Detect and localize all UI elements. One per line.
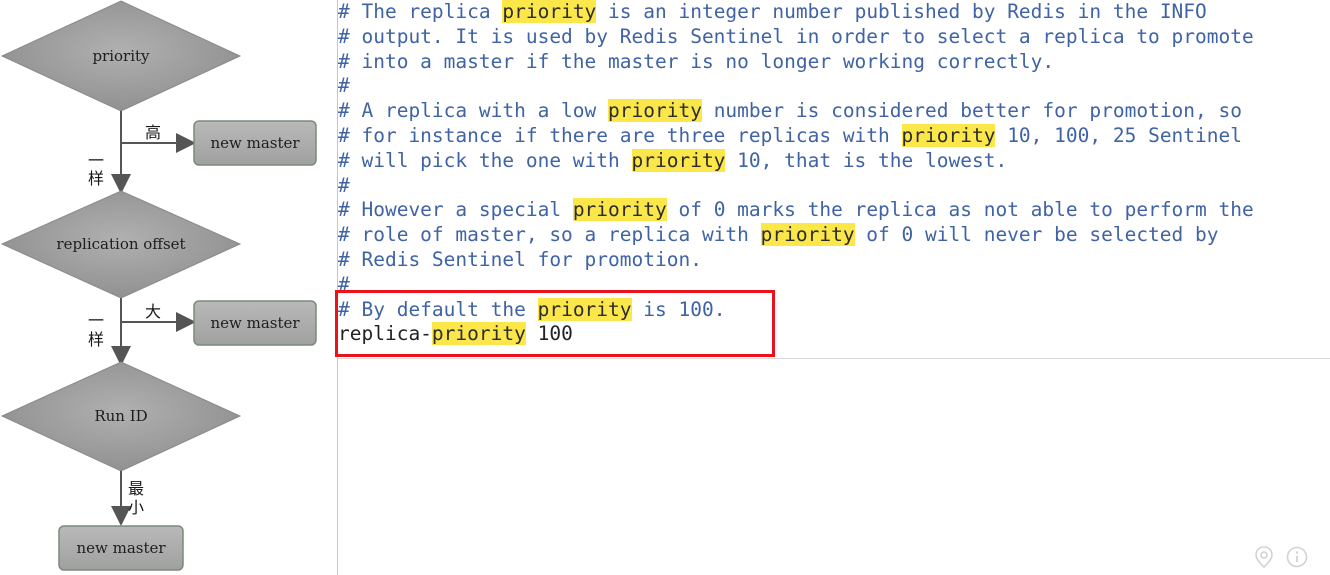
result-label-2: new master bbox=[210, 314, 300, 332]
edge-label-same-1-bottom: 样 bbox=[88, 169, 104, 188]
info-icon[interactable] bbox=[1286, 546, 1308, 573]
result-label-1: new master bbox=[210, 134, 300, 152]
code-line: # However a special priority of 0 marks … bbox=[338, 198, 1330, 223]
code-text: number is considered better for promotio… bbox=[701, 99, 1242, 123]
decision-label-run-id: Run ID bbox=[94, 407, 147, 425]
edge-label-larger: 大 bbox=[145, 302, 161, 321]
code-text: # bbox=[338, 173, 350, 197]
code-text: # for instance if there are three replic… bbox=[338, 123, 902, 147]
code-line: # The replica priority is an integer num… bbox=[338, 0, 1330, 25]
edge-label-same-1-top: 一 bbox=[88, 151, 104, 170]
code-line: # A replica with a low priority number i… bbox=[338, 99, 1330, 124]
code-text: # into a master if the master is no long… bbox=[338, 49, 1055, 73]
code-line: # Redis Sentinel for promotion. bbox=[338, 248, 1330, 273]
code-line: # into a master if the master is no long… bbox=[338, 50, 1330, 75]
highlighted-keyword: priority bbox=[631, 148, 726, 172]
selection-flowchart: priority 高 一 样 new master replication of… bbox=[0, 0, 337, 575]
highlighted-keyword: priority bbox=[572, 198, 667, 222]
page: priority 高 一 样 new master replication of… bbox=[0, 0, 1330, 575]
highlighted-keyword: priority bbox=[502, 0, 597, 23]
code-line: # bbox=[338, 74, 1330, 99]
decision-label-priority: priority bbox=[92, 47, 150, 65]
edge-label-same-2-bottom: 样 bbox=[88, 330, 104, 349]
code-text: is an integer number published by Redis … bbox=[596, 0, 1207, 23]
code-text: of 0 will never be selected by bbox=[854, 223, 1219, 247]
code-line: # role of master, so a replica with prio… bbox=[338, 223, 1330, 248]
code-text: # will pick the one with bbox=[338, 148, 632, 172]
code-line: # bbox=[338, 174, 1330, 199]
flowchart-svg: priority 高 一 样 new master replication of… bbox=[0, 0, 317, 571]
code-text: # bbox=[338, 74, 350, 98]
code-text: 10, 100, 25 Sentinel bbox=[995, 123, 1242, 147]
edge-label-same-2-top: 一 bbox=[88, 311, 104, 330]
location-pin-icon[interactable] bbox=[1254, 546, 1274, 573]
code-text: # The replica bbox=[338, 0, 503, 23]
result-label-3: new master bbox=[76, 539, 166, 557]
code-text: # role of master, so a replica with bbox=[338, 223, 761, 247]
edge-label-smallest-top: 最 bbox=[128, 479, 144, 498]
code-text: # Redis Sentinel for promotion. bbox=[338, 247, 702, 271]
edge-label-smallest-bottom: 小 bbox=[128, 498, 144, 517]
code-text: 10, that is the lowest. bbox=[725, 148, 1008, 172]
edge-label-higher: 高 bbox=[145, 123, 161, 142]
default-priority-highlight-box bbox=[335, 290, 775, 357]
code-line: # will pick the one with priority 10, th… bbox=[338, 148, 1330, 174]
code-line: # output. It is used by Redis Sentinel i… bbox=[338, 25, 1330, 50]
highlighted-keyword: priority bbox=[901, 123, 996, 147]
highlighted-keyword: priority bbox=[760, 223, 855, 247]
code-text: # output. It is used by Redis Sentinel i… bbox=[338, 24, 1254, 48]
code-text: # However a special bbox=[338, 198, 573, 222]
code-line: # for instance if there are three replic… bbox=[338, 123, 1330, 149]
code-text: of 0 marks the replica as not able to pe… bbox=[666, 198, 1254, 222]
decision-label-replication-offset: replication offset bbox=[56, 235, 185, 253]
highlighted-keyword: priority bbox=[608, 99, 702, 123]
corner-icons bbox=[1254, 546, 1308, 573]
code-text: # A replica with a low bbox=[338, 99, 609, 123]
